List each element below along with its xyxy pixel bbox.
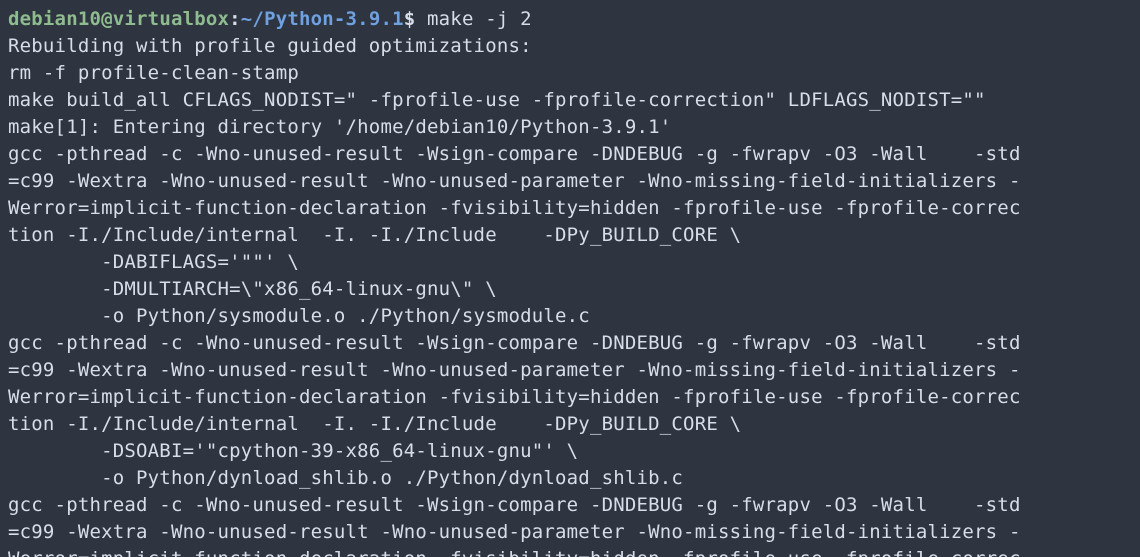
output-line: =c99 -Wextra -Wno-unused-result -Wno-unu…	[8, 521, 1021, 543]
prompt-colon: :	[229, 8, 241, 30]
output-line: Werror=implicit-function-declaration -fv…	[8, 548, 1021, 557]
output-line: make build_all CFLAGS_NODIST=" -fprofile…	[8, 89, 986, 111]
output-line: -DMULTIARCH=\"x86_64-linux-gnu\" \	[8, 278, 497, 300]
output-line: Rebuilding with profile guided optimizat…	[8, 35, 532, 57]
prompt-host: virtualbox	[113, 8, 229, 30]
output-line: tion -I./Include/internal -I. -I./Includ…	[8, 224, 741, 246]
output-line: -o Python/sysmodule.o ./Python/sysmodule…	[8, 305, 590, 327]
prompt-user: debian10	[8, 8, 101, 30]
output-line: Werror=implicit-function-declaration -fv…	[8, 197, 1021, 219]
prompt-dollar: $	[404, 8, 427, 30]
terminal[interactable]: debian10@virtualbox:~/Python-3.9.1$ make…	[0, 0, 1140, 557]
output-line: make[1]: Entering directory '/home/debia…	[8, 116, 671, 138]
output-line: tion -I./Include/internal -I. -I./Includ…	[8, 413, 741, 435]
output-line: -DSOABI='"cpython-39-x86_64-linux-gnu"' …	[8, 440, 578, 462]
output-line: -o Python/dynload_shlib.o ./Python/dynlo…	[8, 467, 683, 489]
output-line: =c99 -Wextra -Wno-unused-result -Wno-unu…	[8, 359, 1021, 381]
command-input[interactable]: make -j 2	[427, 8, 532, 30]
output-line: gcc -pthread -c -Wno-unused-result -Wsig…	[8, 494, 1021, 516]
output-line: -DABIFLAGS='""' \	[8, 251, 299, 273]
prompt-at: @	[101, 8, 113, 30]
output-line: gcc -pthread -c -Wno-unused-result -Wsig…	[8, 332, 1021, 354]
output-line: rm -f profile-clean-stamp	[8, 62, 299, 84]
output-line: =c99 -Wextra -Wno-unused-result -Wno-unu…	[8, 170, 1021, 192]
output-line: Werror=implicit-function-declaration -fv…	[8, 386, 1021, 408]
prompt-path: ~/Python-3.9.1	[241, 8, 404, 30]
output-line: gcc -pthread -c -Wno-unused-result -Wsig…	[8, 143, 1021, 165]
